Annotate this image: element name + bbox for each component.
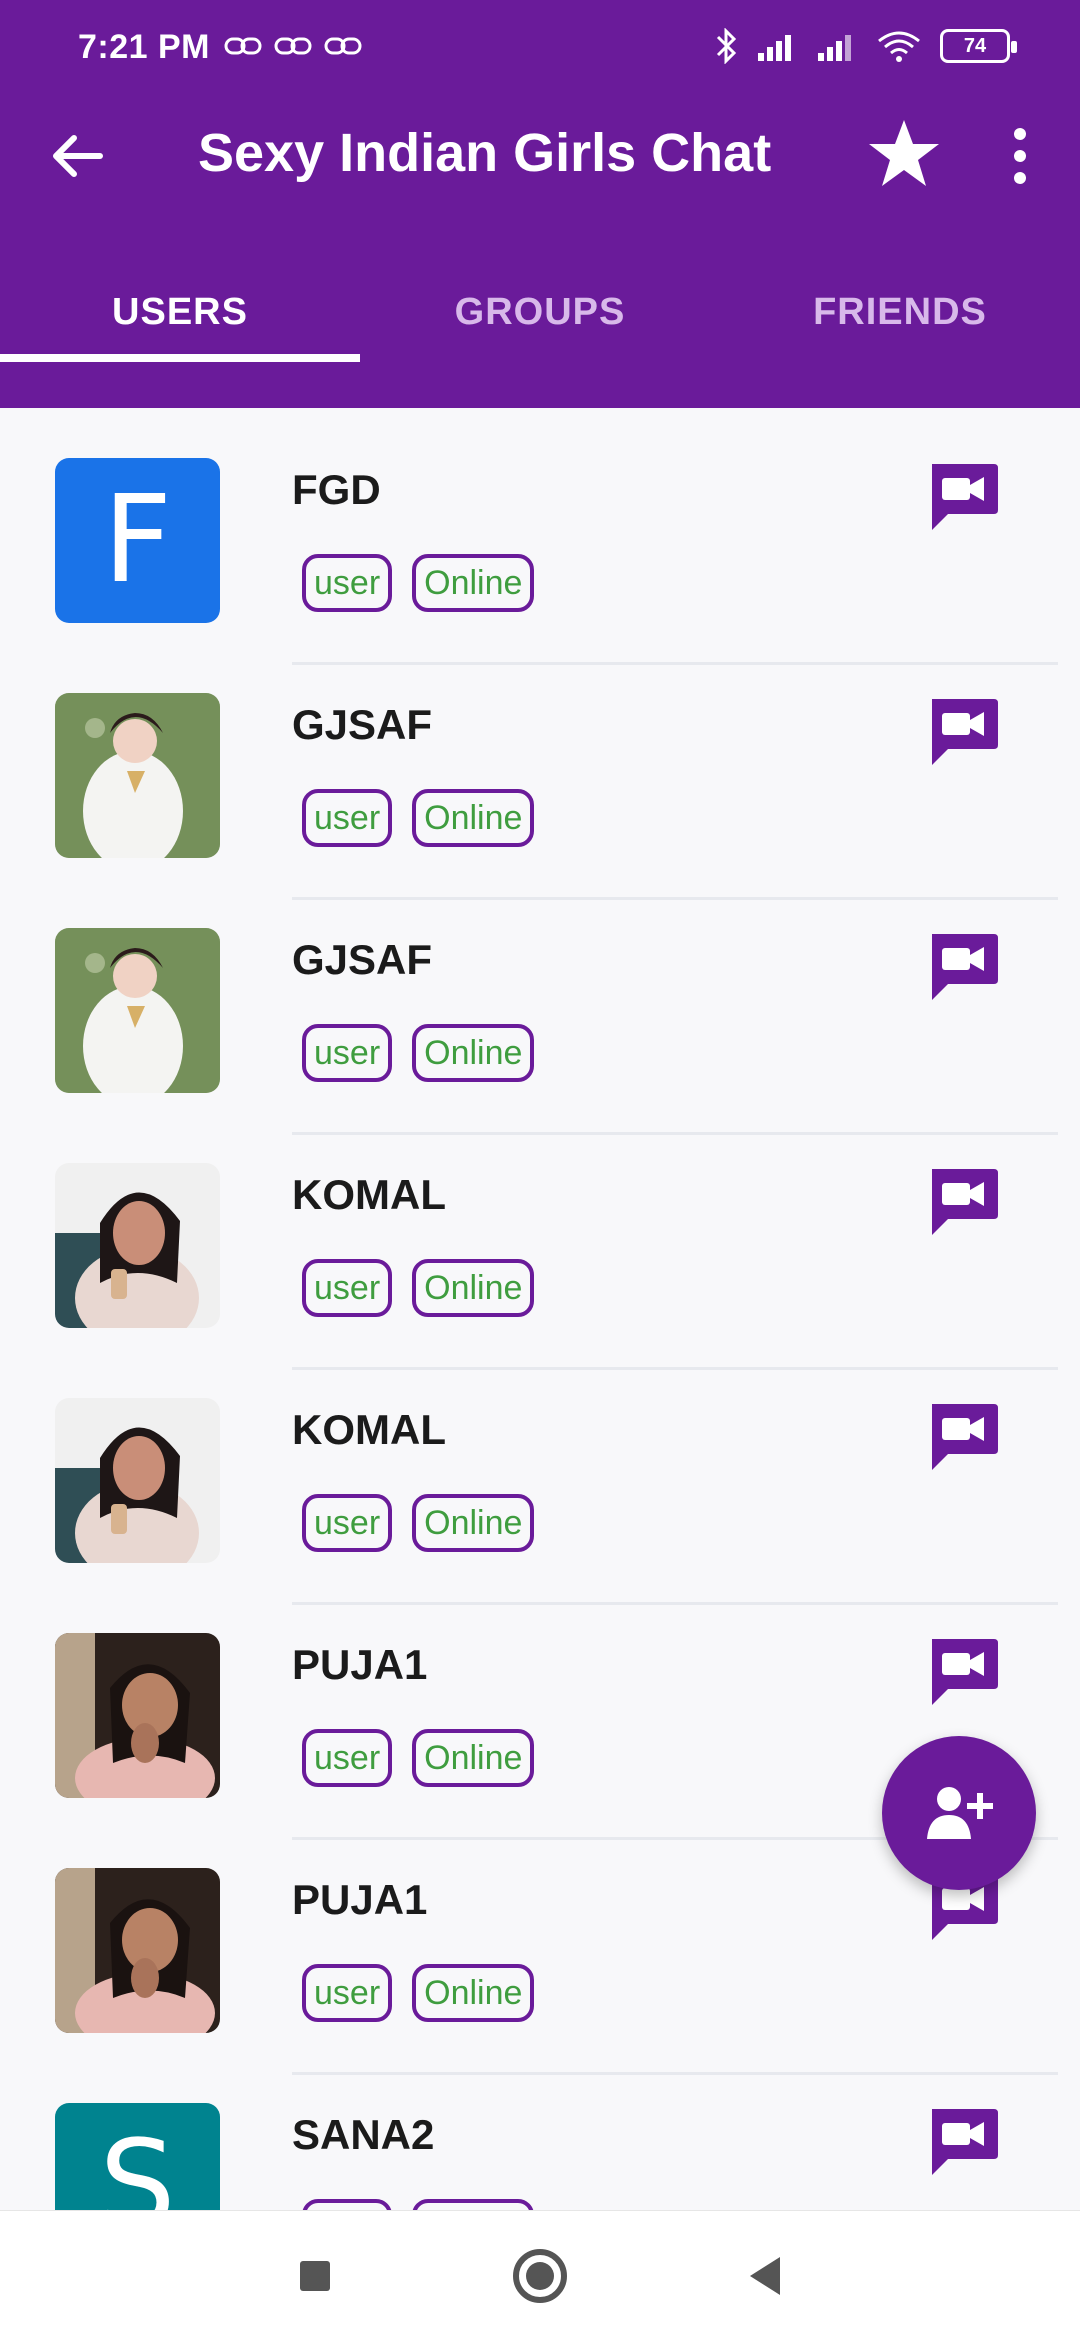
status-right-icons: 74 bbox=[714, 28, 1017, 64]
role-badge: user bbox=[302, 1259, 393, 1317]
status-badge: Online bbox=[412, 1729, 535, 1787]
user-name: GJSAF bbox=[292, 936, 433, 983]
avatar[interactable] bbox=[55, 1868, 220, 2033]
list-item[interactable]: KOMAL user Online bbox=[0, 1135, 1080, 1370]
wifi-icon bbox=[878, 31, 920, 62]
bluetooth-icon bbox=[716, 28, 737, 64]
status-badge: Online bbox=[412, 789, 535, 847]
user-name: GJSAF bbox=[292, 701, 433, 748]
signal-icon bbox=[758, 35, 791, 61]
user-badges: user Online bbox=[302, 554, 535, 612]
avatar[interactable] bbox=[55, 928, 220, 1093]
user-badges: user Online bbox=[302, 1494, 535, 1552]
tab-indicator bbox=[0, 354, 360, 362]
avatar[interactable] bbox=[55, 693, 220, 858]
video-call-icon[interactable] bbox=[926, 460, 1000, 532]
status-badge: Online bbox=[412, 2199, 535, 2210]
system-nav-bar bbox=[0, 2210, 1080, 2340]
list-item[interactable]: F FGD user Online bbox=[0, 430, 1080, 665]
status-badge: Online bbox=[412, 554, 535, 612]
link-icon bbox=[324, 37, 362, 55]
tab-friends[interactable]: FRIENDS bbox=[720, 260, 1080, 364]
role-badge: user bbox=[302, 789, 393, 847]
tab-groups[interactable]: GROUPS bbox=[360, 260, 720, 364]
user-badges: user Online bbox=[302, 1729, 535, 1787]
user-name: PUJA1 bbox=[292, 1876, 428, 1923]
signal-icon bbox=[818, 35, 851, 61]
role-badge: user bbox=[302, 2199, 393, 2210]
status-link-icons bbox=[224, 34, 362, 58]
avatar-letter: S bbox=[99, 2116, 176, 2210]
status-time: 7:21 PM bbox=[78, 28, 210, 66]
role-badge: user bbox=[302, 1964, 393, 2022]
list-item[interactable]: GJSAF user Online bbox=[0, 900, 1080, 1135]
user-badges: user Online bbox=[302, 789, 535, 847]
user-name: PUJA1 bbox=[292, 1641, 428, 1688]
user-name: KOMAL bbox=[292, 1406, 446, 1453]
list-item[interactable]: S SANA2 user Online bbox=[0, 2075, 1080, 2210]
avatar[interactable]: F bbox=[55, 458, 220, 623]
list-item[interactable]: KOMAL user Online bbox=[0, 1370, 1080, 1605]
page-title: Sexy Indian Girls Chat bbox=[198, 123, 772, 183]
status-badge: Online bbox=[412, 1964, 535, 2022]
battery-level: 74 bbox=[963, 34, 987, 57]
role-badge: user bbox=[302, 1494, 393, 1552]
avatar-letter: F bbox=[102, 471, 173, 610]
tab-bar: USERS GROUPS FRIENDS bbox=[0, 260, 1080, 364]
avatar[interactable] bbox=[55, 1633, 220, 1798]
status-badge: Online bbox=[412, 1024, 535, 1082]
add-user-icon bbox=[927, 1787, 993, 1839]
app-screen: 7:21 PM 74 Sexy Indian Girls Chat USERS … bbox=[0, 0, 1080, 2340]
square-icon[interactable] bbox=[280, 2241, 350, 2311]
users-list[interactable]: F FGD user Online GJSAF user Online GJSA… bbox=[0, 430, 1080, 2210]
status-badge: Online bbox=[412, 1494, 535, 1552]
video-call-icon[interactable] bbox=[926, 1400, 1000, 1472]
link-icon bbox=[274, 37, 312, 55]
link-icon bbox=[224, 37, 262, 55]
video-call-icon[interactable] bbox=[926, 930, 1000, 1002]
video-call-icon[interactable] bbox=[926, 695, 1000, 767]
video-call-icon[interactable] bbox=[926, 1635, 1000, 1707]
role-badge: user bbox=[302, 1729, 393, 1787]
video-call-icon[interactable] bbox=[926, 2105, 1000, 2177]
arrow-left-icon[interactable] bbox=[44, 122, 112, 190]
battery-icon: 74 bbox=[940, 29, 1017, 63]
role-badge: user bbox=[302, 1024, 393, 1082]
user-name: SANA2 bbox=[292, 2111, 435, 2158]
more-vertical-icon[interactable] bbox=[1006, 126, 1034, 186]
role-badge: user bbox=[302, 554, 393, 612]
avatar[interactable] bbox=[55, 1398, 220, 1563]
back-triangle-icon[interactable] bbox=[730, 2241, 800, 2311]
status-bar: 7:21 PM 74 bbox=[0, 0, 1080, 100]
add-user-button[interactable] bbox=[882, 1736, 1036, 1890]
home-circle-icon[interactable] bbox=[505, 2241, 575, 2311]
list-item[interactable]: GJSAF user Online bbox=[0, 665, 1080, 900]
star-icon[interactable] bbox=[866, 116, 942, 192]
top-app-bar: 7:21 PM 74 Sexy Indian Girls Chat USERS … bbox=[0, 0, 1080, 408]
avatar[interactable] bbox=[55, 1163, 220, 1328]
status-badge: Online bbox=[412, 1259, 535, 1317]
user-badges: user Online bbox=[302, 2199, 535, 2210]
avatar[interactable]: S bbox=[55, 2103, 220, 2210]
user-name: FGD bbox=[292, 466, 381, 513]
user-badges: user Online bbox=[302, 1024, 535, 1082]
user-badges: user Online bbox=[302, 1259, 535, 1317]
user-name: KOMAL bbox=[292, 1171, 446, 1218]
user-badges: user Online bbox=[302, 1964, 535, 2022]
tab-users[interactable]: USERS bbox=[0, 260, 360, 364]
video-call-icon[interactable] bbox=[926, 1165, 1000, 1237]
toolbar: Sexy Indian Girls Chat bbox=[0, 100, 1080, 260]
